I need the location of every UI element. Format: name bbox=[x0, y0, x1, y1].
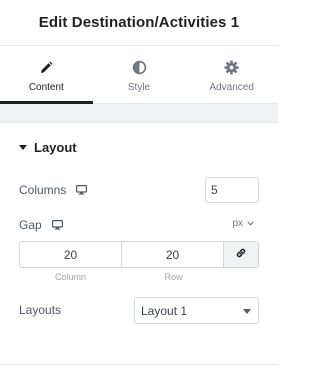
editor-panel: Edit Destination/Activities 1 Content St… bbox=[0, 0, 278, 370]
section-separator bbox=[0, 104, 278, 123]
gap-dimensions: 20 20 bbox=[19, 241, 259, 268]
link-icon bbox=[235, 246, 247, 264]
columns-label: Columns bbox=[19, 183, 67, 197]
panel-header: Edit Destination/Activities 1 bbox=[0, 0, 278, 46]
tab-style[interactable]: Style bbox=[93, 46, 186, 103]
tab-style-label: Style bbox=[127, 81, 151, 93]
panel-title: Edit Destination/Activities 1 bbox=[38, 14, 240, 31]
caret-down-icon bbox=[243, 309, 251, 314]
gap-dimension-labels: Column Row bbox=[19, 272, 225, 282]
gap-column-label: Column bbox=[54, 272, 86, 282]
layouts-selected-value: Layout 1 bbox=[141, 303, 188, 318]
gap-column-input[interactable]: 20 bbox=[20, 242, 122, 267]
caret-down-icon bbox=[19, 145, 27, 150]
gap-row-input[interactable]: 20 bbox=[122, 242, 224, 267]
gap-label: Gap bbox=[19, 218, 42, 232]
desktop-icon[interactable] bbox=[76, 185, 88, 195]
half-circle-icon bbox=[132, 59, 147, 77]
panel-tabs: Content Style Advanced bbox=[0, 46, 278, 104]
link-values-button[interactable] bbox=[224, 242, 258, 267]
layouts-select[interactable]: Layout 1 bbox=[134, 297, 259, 324]
section-title: Layout bbox=[34, 139, 77, 155]
gear-icon bbox=[224, 59, 239, 77]
unit-label: px bbox=[232, 218, 243, 229]
divider bbox=[0, 364, 278, 365]
section-toggle-layout[interactable]: Layout bbox=[0, 123, 278, 171]
desktop-icon[interactable] bbox=[51, 220, 63, 230]
tab-advanced[interactable]: Advanced bbox=[185, 46, 278, 103]
pencil-icon bbox=[39, 59, 53, 77]
unit-selector[interactable]: px bbox=[232, 218, 254, 229]
layouts-label: Layouts bbox=[19, 303, 62, 317]
tab-advanced-label: Advanced bbox=[209, 81, 254, 93]
tab-content-label: Content bbox=[28, 81, 64, 93]
gap-row-label: Row bbox=[164, 272, 183, 282]
gap-control: Gap px bbox=[19, 216, 259, 234]
chevron-down-icon bbox=[247, 218, 254, 229]
columns-input[interactable]: 5 bbox=[205, 177, 259, 203]
tab-content[interactable]: Content bbox=[0, 46, 93, 104]
columns-control: Columns 5 bbox=[19, 177, 259, 203]
